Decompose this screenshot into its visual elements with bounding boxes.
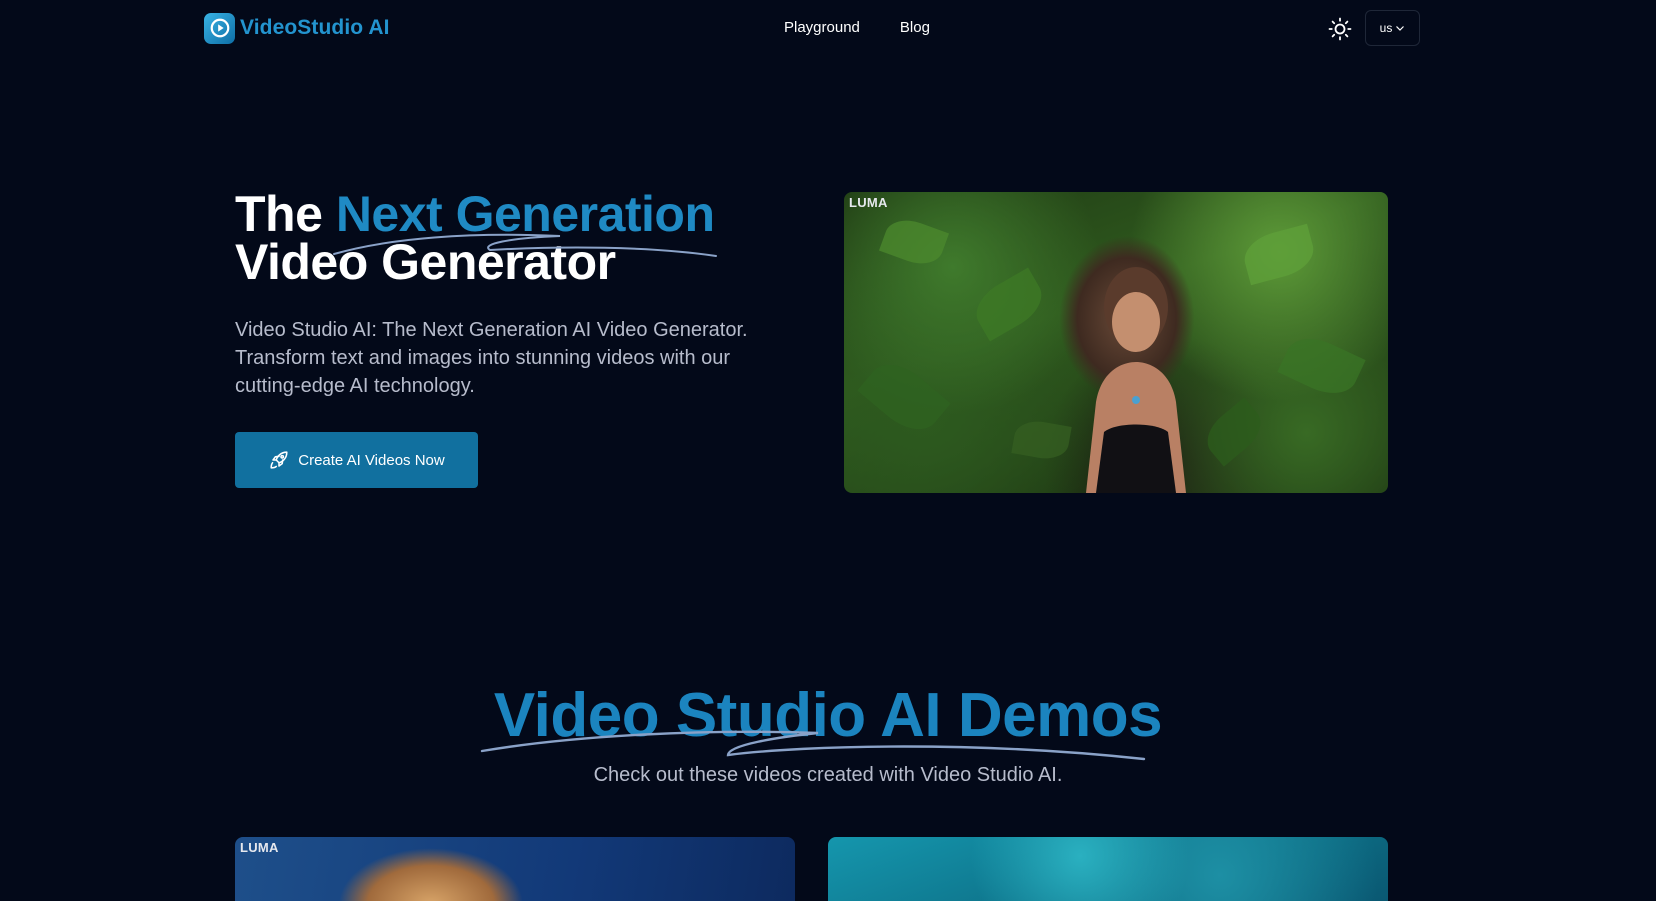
nav-links: Playground Blog bbox=[784, 17, 930, 39]
brand-link[interactable]: VideoStudio AI bbox=[204, 12, 390, 44]
hero-description: Video Studio AI: The Next Generation AI … bbox=[235, 319, 748, 397]
demo-video-badge: LUMA bbox=[240, 840, 279, 855]
language-select[interactable]: us bbox=[1365, 10, 1420, 46]
portrait-figure bbox=[1086, 267, 1186, 493]
brand-name: VideoStudio AI bbox=[240, 16, 390, 39]
hero-video[interactable]: LUMA bbox=[844, 192, 1388, 493]
create-ai-videos-label: Create AI Videos Now bbox=[298, 451, 445, 469]
demos-subtitle: Check out these videos created with Vide… bbox=[593, 764, 1063, 786]
demo-video-card[interactable]: LUMA bbox=[235, 837, 795, 901]
language-value: us bbox=[1379, 21, 1393, 35]
rocket-icon bbox=[270, 451, 288, 469]
nav-link-playground[interactable]: Playground bbox=[784, 17, 860, 39]
chevron-down-icon bbox=[1396, 26, 1405, 31]
hero-title: The Next Generation Video Generator bbox=[235, 186, 795, 290]
hero-title-line2: Video Generator bbox=[235, 234, 616, 290]
create-ai-videos-button[interactable]: Create AI Videos Now bbox=[235, 432, 478, 488]
demos-title: Video Studio AI Demos bbox=[493, 681, 1163, 750]
page: VideoStudio AI Playground Blog us The Ne… bbox=[0, 0, 1656, 901]
hero-video-badge: LUMA bbox=[849, 195, 888, 210]
play-circle-icon bbox=[204, 12, 235, 44]
demo-video-card[interactable] bbox=[828, 837, 1388, 901]
sun-icon bbox=[1328, 17, 1352, 41]
theme-toggle-button[interactable] bbox=[1327, 16, 1353, 42]
nav-link-blog[interactable]: Blog bbox=[900, 17, 930, 39]
hero-title-accent: Next Generation bbox=[335, 186, 715, 242]
top-nav: VideoStudio AI Playground Blog us bbox=[0, 0, 1656, 56]
